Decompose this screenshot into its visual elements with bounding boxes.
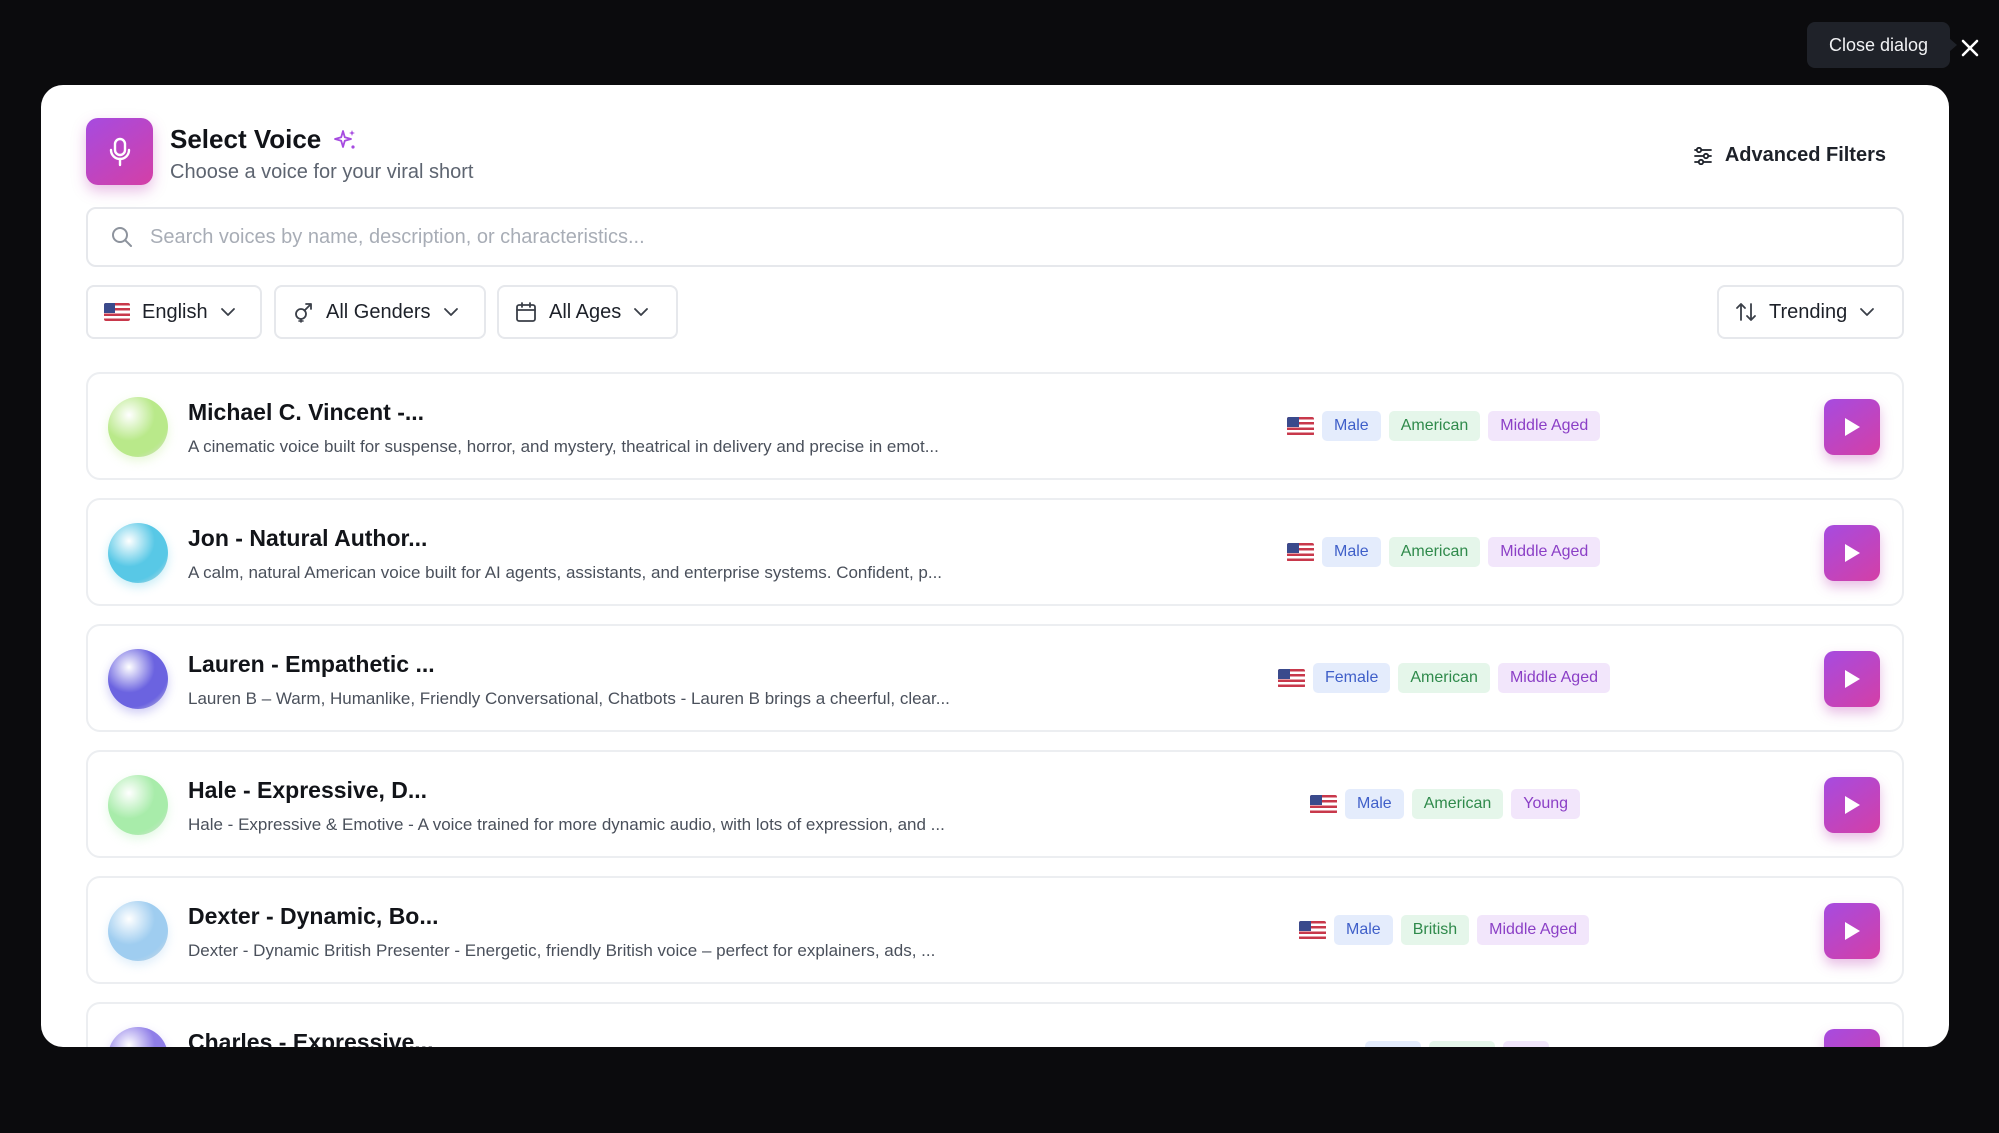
- voice-name: Jon - Natural Author...: [188, 525, 428, 551]
- us-flag-icon: [1310, 794, 1337, 814]
- sort-arrows-icon: [1736, 303, 1756, 321]
- age-tag: Middle Aged: [1497, 663, 1610, 693]
- voice-tags: [1330, 1041, 1549, 1047]
- play-preview-button[interactable]: [1824, 525, 1880, 581]
- sort-dropdown[interactable]: Trending: [1717, 285, 1904, 339]
- voice-avatar: [108, 397, 168, 457]
- voice-row[interactable]: Charles - Expressive...: [86, 1002, 1904, 1047]
- accent-tag: American: [1411, 789, 1504, 819]
- advanced-filters-label: Advanced Filters: [1724, 144, 1886, 166]
- sparkles-icon: [334, 129, 356, 149]
- accent-tag: American: [1388, 411, 1481, 441]
- microphone-badge: [86, 118, 153, 185]
- chevron-down-icon: [443, 308, 458, 316]
- advanced-filters-button[interactable]: Advanced Filters: [1675, 140, 1904, 171]
- play-icon: [1845, 922, 1860, 940]
- voice-name: Dexter - Dynamic, Bo...: [188, 903, 439, 929]
- voice-tags: Male British Middle Aged: [1299, 915, 1590, 945]
- play-preview-button[interactable]: [1824, 1029, 1880, 1047]
- us-flag-icon: [1287, 416, 1314, 436]
- us-flag-icon: [1287, 542, 1314, 562]
- voice-description: A calm, natural American voice built for…: [188, 563, 943, 582]
- accent-tag: American: [1398, 663, 1490, 693]
- gender-icon: [295, 303, 312, 323]
- play-icon: [1845, 544, 1860, 562]
- voice-avatar: [108, 649, 168, 709]
- sort-label: Trending: [1769, 300, 1848, 323]
- play-preview-button[interactable]: [1824, 651, 1880, 707]
- gender-tag: Male: [1322, 537, 1381, 567]
- filter-bar: English All Genders All Ages Trending: [86, 285, 1904, 339]
- us-flag-icon: [1278, 668, 1305, 688]
- search-bar: [86, 207, 1904, 267]
- dialog-subtitle: Choose a voice for your viral short: [170, 161, 474, 183]
- age-tag: [1503, 1041, 1549, 1047]
- gender-tag: [1365, 1041, 1421, 1047]
- language-filter-label: English: [142, 300, 208, 323]
- age-tag: Middle Aged: [1488, 537, 1601, 567]
- close-dialog-tooltip: Close dialog: [1807, 22, 1958, 68]
- chevron-down-icon: [1860, 308, 1875, 316]
- voice-avatar: [108, 1027, 168, 1047]
- us-flag-icon: [1330, 1046, 1357, 1047]
- voice-description: Hale - Expressive & Emotive - A voice tr…: [188, 815, 945, 834]
- play-preview-button[interactable]: [1824, 777, 1880, 833]
- chevron-down-icon: [634, 308, 649, 316]
- voice-name: Lauren - Empathetic ...: [188, 651, 435, 677]
- play-preview-button[interactable]: [1824, 903, 1880, 959]
- voice-avatar: [108, 775, 168, 835]
- microphone-icon: [109, 137, 130, 166]
- age-filter-label: All Ages: [549, 300, 622, 323]
- play-preview-button[interactable]: [1824, 399, 1880, 455]
- us-flag-icon: [1299, 920, 1326, 940]
- voice-tags: Female American Middle Aged: [1278, 663, 1610, 693]
- voice-row[interactable]: Jon - Natural Author... A calm, natural …: [86, 498, 1904, 606]
- select-voice-dialog: Select Voice Choose a voice for your vir…: [41, 85, 1949, 1047]
- voice-avatar: [108, 901, 168, 961]
- voice-row[interactable]: Lauren - Empathetic ... Lauren B – Warm,…: [86, 624, 1904, 732]
- voice-row[interactable]: Michael C. Vincent -... A cinematic voic…: [86, 372, 1904, 480]
- language-filter[interactable]: English: [86, 285, 262, 339]
- close-dialog-button[interactable]: [1956, 34, 1984, 62]
- age-tag: Young: [1511, 789, 1581, 819]
- play-icon: [1845, 418, 1860, 436]
- chevron-down-icon: [220, 308, 235, 316]
- gender-tag: Male: [1322, 411, 1381, 441]
- voice-tags: Male American Middle Aged: [1287, 411, 1601, 441]
- gender-filter-label: All Genders: [326, 300, 431, 323]
- age-tag: Middle Aged: [1477, 915, 1590, 945]
- voice-description: Lauren B – Warm, Humanlike, Friendly Con…: [188, 689, 950, 708]
- accent-tag: [1429, 1041, 1495, 1047]
- sliders-icon: [1693, 146, 1712, 165]
- voice-row[interactable]: Hale - Expressive, D... Hale - Expressiv…: [86, 750, 1904, 858]
- search-input[interactable]: [150, 225, 1850, 249]
- accent-tag: British: [1400, 915, 1470, 945]
- voice-description: Dexter - Dynamic British Presenter - Ene…: [188, 941, 936, 960]
- play-icon: [1845, 796, 1860, 814]
- voice-name: Michael C. Vincent -...: [188, 399, 425, 425]
- voice-name: Hale - Expressive, D...: [188, 777, 428, 803]
- gender-tag: Male: [1334, 915, 1393, 945]
- dialog-header: Select Voice Choose a voice for your vir…: [86, 118, 1904, 188]
- close-icon: [1961, 39, 1979, 57]
- calendar-icon: [516, 302, 536, 322]
- play-icon: [1845, 670, 1860, 688]
- us-flag-icon: [104, 303, 130, 321]
- age-filter[interactable]: All Ages: [497, 285, 678, 339]
- voice-tags: Male American Young: [1310, 789, 1581, 819]
- voice-row[interactable]: Dexter - Dynamic, Bo... Dexter - Dynamic…: [86, 876, 1904, 984]
- voice-description: A cinematic voice built for suspense, ho…: [188, 437, 939, 456]
- voice-tags: Male American Middle Aged: [1287, 537, 1601, 567]
- gender-tag: Male: [1345, 789, 1404, 819]
- play-icon: [1842, 1046, 1862, 1047]
- age-tag: Middle Aged: [1488, 411, 1601, 441]
- gender-tag: Female: [1313, 663, 1391, 693]
- dialog-title: Select Voice: [170, 124, 322, 154]
- search-icon: [112, 227, 132, 247]
- gender-filter[interactable]: All Genders: [274, 285, 486, 339]
- accent-tag: American: [1388, 537, 1481, 567]
- voice-name: Charles - Expressive...: [188, 1029, 434, 1047]
- voice-avatar: [108, 523, 168, 583]
